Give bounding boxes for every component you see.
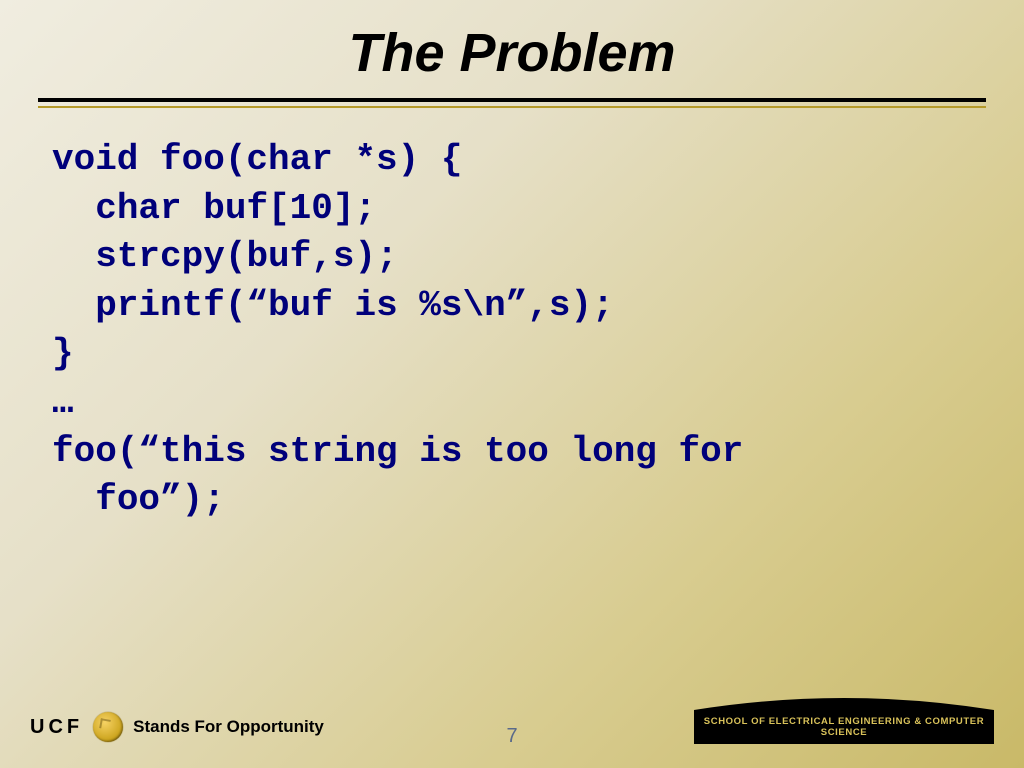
code-line: foo(“this string is too long for (52, 431, 743, 472)
slide-content: void foo(char *s) { char buf[10]; strcpy… (0, 108, 1024, 525)
code-line: } (52, 333, 74, 374)
code-line: void foo(char *s) { (52, 139, 462, 180)
code-line: foo”); (52, 479, 225, 520)
title-divider (38, 98, 986, 108)
slide: The Problem void foo(char *s) { char buf… (0, 0, 1024, 768)
code-line: strcpy(buf,s); (52, 236, 398, 277)
slide-footer: UCF Stands For Opportunity 7 SCHOOL OF E… (0, 694, 1024, 754)
department-label: SCHOOL OF ELECTRICAL ENGINEERING & COMPU… (694, 716, 994, 738)
code-line: printf(“buf is %s\n”,s); (52, 285, 614, 326)
code-block: void foo(char *s) { char buf[10]; strcpy… (52, 136, 972, 525)
slide-title: The Problem (0, 0, 1024, 84)
department-badge: SCHOOL OF ELECTRICAL ENGINEERING & COMPU… (694, 698, 994, 744)
code-line: char buf[10]; (52, 188, 376, 229)
code-line: … (52, 382, 74, 423)
